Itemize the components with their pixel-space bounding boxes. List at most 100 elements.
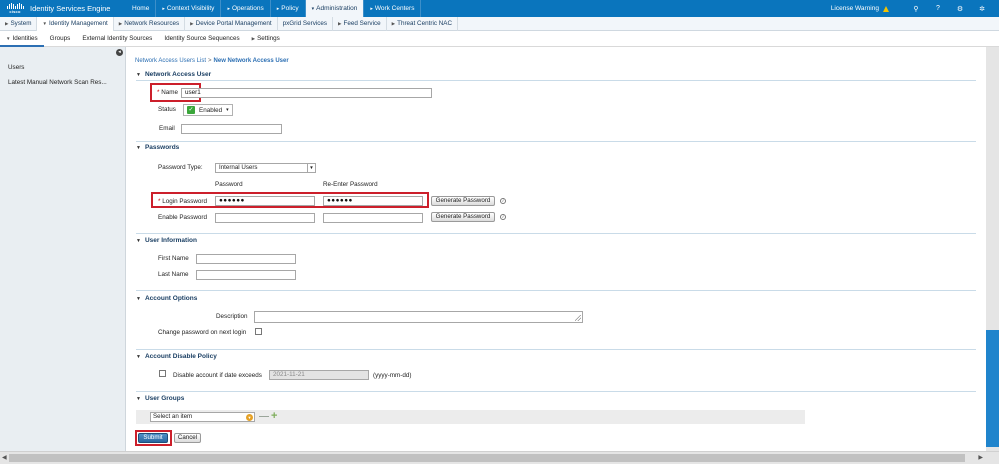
name-label: * Name xyxy=(157,89,178,96)
sidebar-item-users[interactable]: Users xyxy=(0,61,125,75)
section-account-disable-policy[interactable]: ▼ Account Disable Policy xyxy=(136,353,217,360)
vertical-scrollbar[interactable] xyxy=(986,47,999,451)
enable-password-input[interactable] xyxy=(215,213,315,223)
tab-identities[interactable]: ▼ Identities xyxy=(0,31,44,47)
status-value: Enabled xyxy=(199,106,223,114)
chevron-down-icon: ▼ xyxy=(246,414,253,421)
topnav-label: Context Visibility xyxy=(166,5,215,12)
tab-groups[interactable]: Groups xyxy=(44,31,77,47)
settings-icon[interactable]: ⚙ xyxy=(949,5,971,13)
caret-right-icon: ▸ xyxy=(370,6,373,12)
topnav-context-visibility[interactable]: ▸ Context Visibility xyxy=(156,0,222,17)
caret-right-icon: ▸ xyxy=(227,6,230,12)
name-input[interactable]: user1 xyxy=(181,88,432,98)
last-name-label: Last Name xyxy=(158,271,189,278)
tab-settings[interactable]: ▶ Settings xyxy=(246,31,286,47)
change-password-label: Change password on next login xyxy=(158,329,247,336)
user-group-select[interactable]: Select an item ▼ xyxy=(150,412,255,422)
header-right: License Warning ⚲ ? ⚙ ✲ xyxy=(831,0,999,17)
subnav-network-resources[interactable]: ▶ Network Resources xyxy=(114,16,186,31)
resize-grip-icon[interactable] xyxy=(575,315,581,321)
plus-icon[interactable]: + xyxy=(271,411,277,422)
generate-enable-password-button[interactable]: Generate Password xyxy=(431,212,495,222)
section-divider xyxy=(136,349,976,350)
subnav-threat-centric-nac[interactable]: ▶ Threat Centric NAC xyxy=(387,16,459,31)
breadcrumb: Network Access Users List > New Network Ac… xyxy=(135,58,289,64)
section-account-options[interactable]: ▼ Account Options xyxy=(136,295,197,302)
tab-label: Groups xyxy=(49,34,71,42)
caret-right-icon: ▶ xyxy=(338,20,342,26)
enable-password-reenter-input[interactable] xyxy=(323,213,423,223)
submit-button[interactable]: Submit xyxy=(138,433,168,443)
topnav-label: Work Centers xyxy=(374,5,415,12)
topnav-label: Administration xyxy=(316,5,358,12)
topnav-home[interactable]: Home xyxy=(126,0,157,17)
login-password-label: * Login Password xyxy=(158,198,208,205)
search-icon[interactable]: ⚲ xyxy=(905,5,927,13)
info-icon[interactable]: i xyxy=(500,214,506,220)
disable-date-input[interactable]: 2021-11-21 xyxy=(269,370,369,380)
cisco-logo: cisco xyxy=(6,3,24,15)
topnav-policy[interactable]: ▸ Policy xyxy=(271,0,306,17)
topnav-label: Home xyxy=(132,5,150,12)
section-network-access-user[interactable]: ▼ Network Access User xyxy=(136,71,211,78)
chevron-down-icon: ▼ xyxy=(307,164,315,172)
tab-label: External Identity Sources xyxy=(82,34,153,42)
section-title: Account Options xyxy=(144,295,198,302)
subnav-label: Network Resources xyxy=(124,19,180,27)
info-icon[interactable]: i xyxy=(500,198,506,204)
topnav-operations[interactable]: ▸ Operations xyxy=(221,0,271,17)
enable-password-label: Enable Password xyxy=(158,214,208,221)
last-name-input[interactable] xyxy=(196,270,296,280)
password-type-select[interactable]: Internal Users ▼ xyxy=(215,163,316,173)
horizontal-scroll-thumb[interactable] xyxy=(9,454,965,462)
license-warning-link[interactable]: License Warning xyxy=(831,5,879,12)
gear-icon[interactable]: ✲ xyxy=(971,5,993,13)
sidebar-item-latest-scan[interactable]: Latest Manual Network Scan Res... xyxy=(0,76,125,90)
email-input[interactable] xyxy=(181,124,282,134)
collapse-section-icon: ▼ xyxy=(136,237,141,244)
login-password-input[interactable]: ●●●●●● xyxy=(215,196,315,206)
caret-down-icon: ▼ xyxy=(6,35,11,41)
password-type-label: Password Type: xyxy=(158,164,203,171)
user-group-placeholder: Select an item xyxy=(153,413,193,420)
login-password-reenter-input[interactable]: ●●●●●● xyxy=(323,196,423,206)
topnav-work-centers[interactable]: ▸ Work Centers xyxy=(364,0,422,17)
topnav-administration[interactable]: ▾ Administration xyxy=(305,0,365,17)
brand[interactable]: cisco Identity Services Engine xyxy=(0,0,126,17)
scroll-right-icon[interactable]: ▶ xyxy=(978,454,983,461)
collapse-sidebar-icon[interactable]: ◂ xyxy=(116,49,123,56)
breadcrumb-parent-link[interactable]: Network Access Users List xyxy=(135,58,206,64)
section-user-groups[interactable]: ▼ User Groups xyxy=(136,395,184,402)
scroll-left-icon[interactable]: ◀ xyxy=(2,454,7,461)
subnav-pxgrid-services[interactable]: pxGrid Services xyxy=(278,16,334,31)
minus-icon[interactable]: — xyxy=(259,412,269,422)
subnav-feed-service[interactable]: ▶ Feed Service xyxy=(333,16,387,31)
horizontal-scrollbar[interactable]: ◀ ▶ xyxy=(0,451,999,464)
section-user-information[interactable]: ▼ User Information xyxy=(136,237,197,244)
subnav-system[interactable]: ▶ System xyxy=(0,16,38,31)
tab-identity-source-sequences[interactable]: Identity Source Sequences xyxy=(158,31,245,47)
subnav-identity-management[interactable]: ▼ Identity Management xyxy=(37,16,114,31)
user-group-row: Select an item ▼ — + xyxy=(136,410,805,424)
status-dropdown[interactable]: ✓ Enabled ▾ xyxy=(183,104,233,116)
description-textarea[interactable] xyxy=(254,311,583,323)
section-title: Passwords xyxy=(144,144,180,151)
subnav-device-portal-management[interactable]: ▶ Device Portal Management xyxy=(185,16,278,31)
caret-right-icon: ▶ xyxy=(118,20,123,26)
warning-icon[interactable] xyxy=(883,5,889,12)
caret-right-icon: ▶ xyxy=(251,35,256,41)
change-password-checkbox[interactable] xyxy=(255,328,262,335)
disable-account-checkbox[interactable] xyxy=(159,370,166,377)
caret-right-icon: ▶ xyxy=(391,20,396,26)
vertical-scroll-thumb[interactable] xyxy=(986,330,999,447)
first-name-input[interactable] xyxy=(196,254,296,264)
section-passwords[interactable]: ▼ Passwords xyxy=(136,144,179,151)
cancel-button[interactable]: Cancel xyxy=(174,433,201,443)
breadcrumb-separator: > xyxy=(208,58,212,64)
caret-right-icon: ▸ xyxy=(162,6,165,12)
first-name-label: First Name xyxy=(158,255,189,262)
tab-external-identity-sources[interactable]: External Identity Sources xyxy=(76,31,158,47)
help-icon[interactable]: ? xyxy=(927,5,949,12)
generate-login-password-button[interactable]: Generate Password xyxy=(431,196,495,206)
